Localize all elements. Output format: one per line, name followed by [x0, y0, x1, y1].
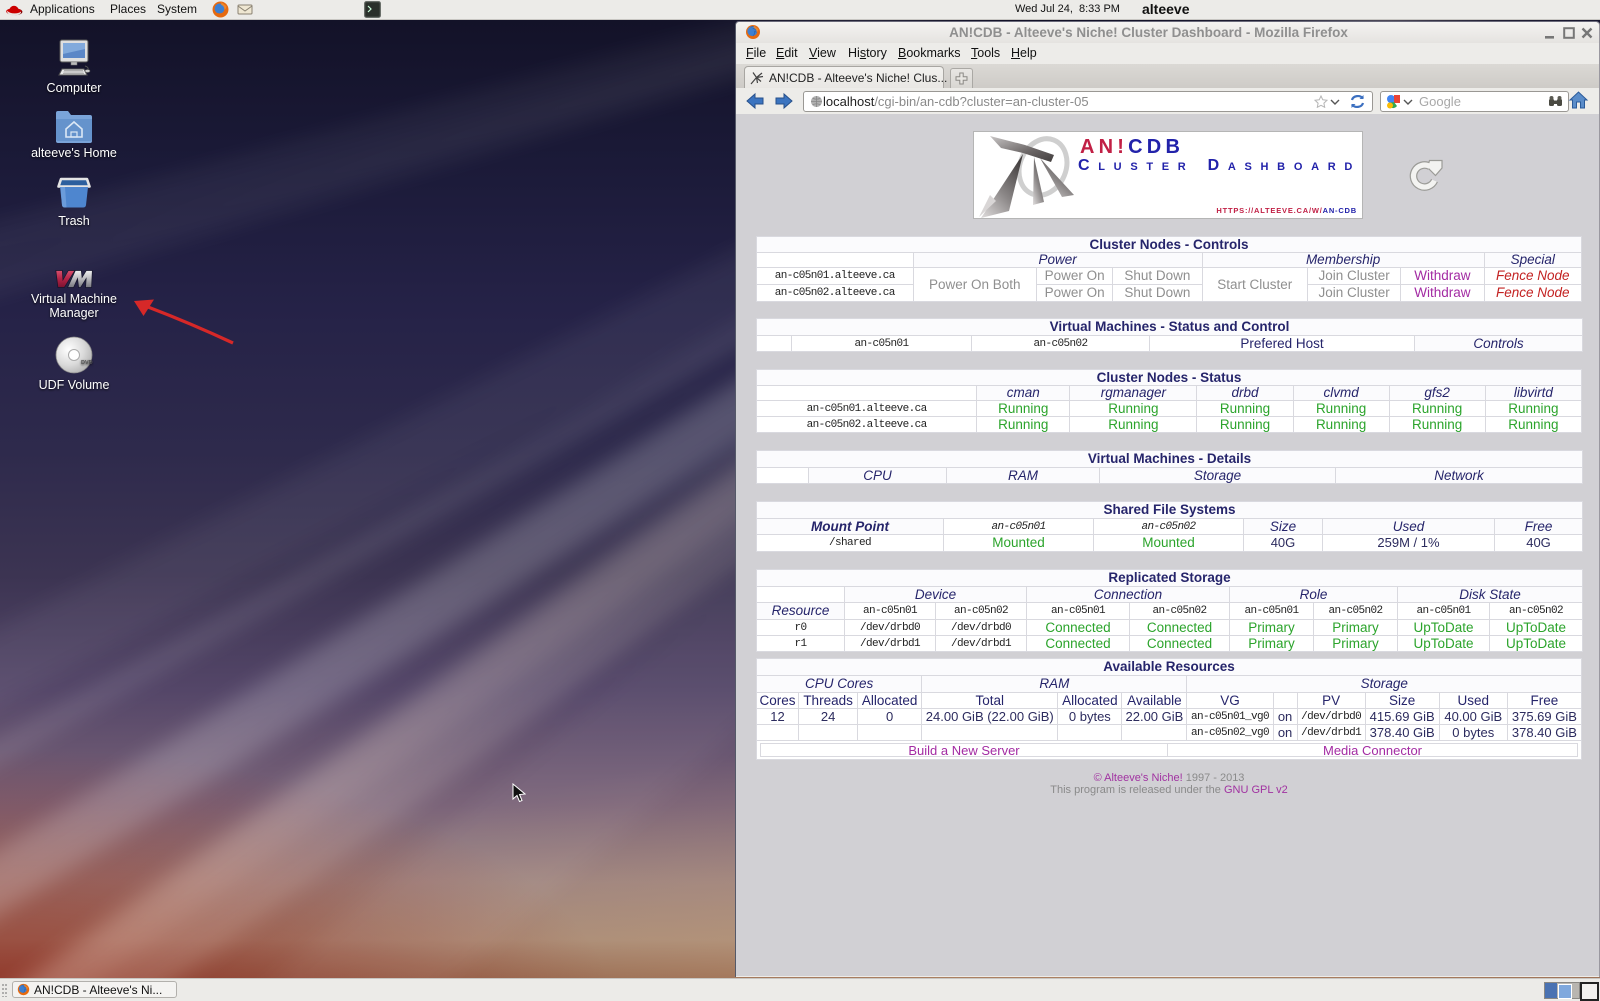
svg-text:DVD: DVD [81, 360, 93, 366]
